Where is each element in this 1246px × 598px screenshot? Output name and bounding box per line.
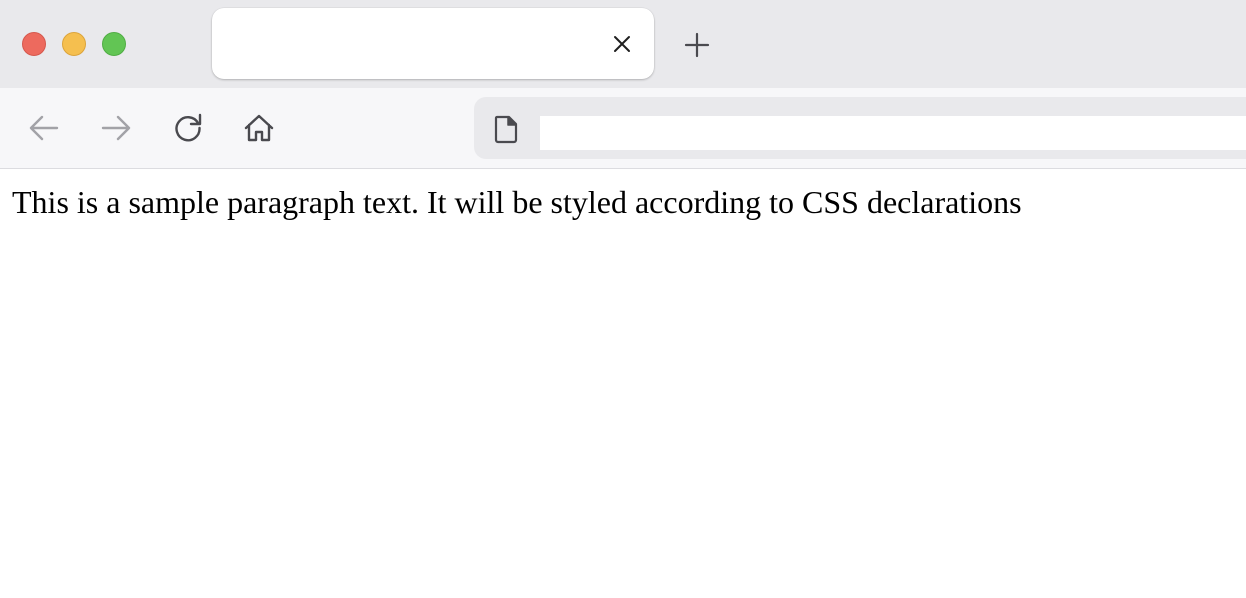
arrow-right-icon [101, 115, 131, 141]
window-minimize-button[interactable] [62, 32, 86, 56]
home-button[interactable] [239, 108, 279, 148]
document-icon [494, 115, 518, 144]
tab-active[interactable] [212, 8, 654, 79]
address-input[interactable] [540, 116, 1246, 150]
tab-close-button[interactable] [608, 30, 636, 58]
reload-icon [175, 113, 202, 142]
back-button[interactable] [24, 108, 64, 148]
forward-button[interactable] [96, 108, 136, 148]
page-content: This is a sample paragraph text. It will… [0, 169, 1246, 598]
arrow-left-icon [29, 115, 59, 141]
navigation-toolbar [0, 88, 1246, 169]
tab-title [230, 32, 600, 54]
browser-window: This is a sample paragraph text. It will… [0, 0, 1246, 598]
window-close-button[interactable] [22, 32, 46, 56]
tab-strip [0, 0, 1246, 88]
page-info-button[interactable] [490, 113, 522, 145]
address-bar[interactable] [474, 97, 1246, 159]
close-icon [614, 36, 630, 52]
new-tab-button[interactable] [680, 28, 714, 62]
reload-button[interactable] [168, 108, 208, 148]
window-zoom-button[interactable] [102, 32, 126, 56]
plus-icon [684, 32, 710, 58]
sample-paragraph: This is a sample paragraph text. It will… [12, 184, 1022, 220]
home-icon [244, 114, 274, 142]
